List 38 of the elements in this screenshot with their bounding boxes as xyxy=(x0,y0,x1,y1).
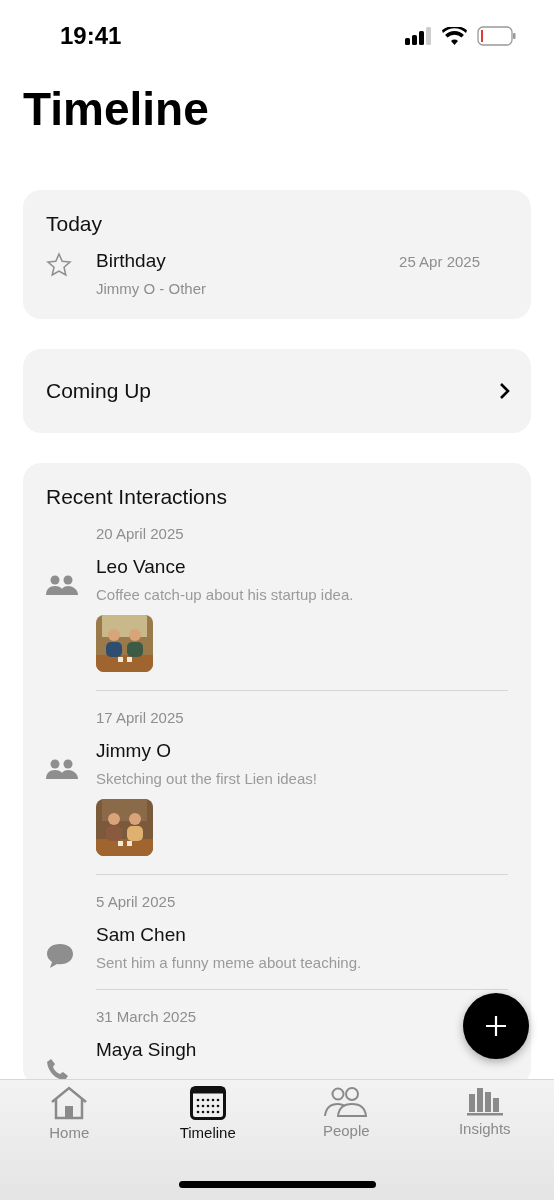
person-name: Leo Vance xyxy=(96,556,186,578)
status-time: 19:41 xyxy=(60,22,122,50)
signal-icon xyxy=(405,27,432,45)
people-icon xyxy=(324,1086,369,1118)
interaction-note: Sent him a funny meme about teaching. xyxy=(96,954,362,971)
battery-icon xyxy=(477,26,516,46)
person-name: Maya Singh xyxy=(96,1039,197,1061)
tab[interactable]: Insights xyxy=(415,1080,554,1150)
people-icon xyxy=(46,759,78,779)
tab[interactable]: People xyxy=(277,1080,416,1150)
home-icon xyxy=(50,1086,89,1120)
row-label: Coming Up xyxy=(46,379,152,403)
interaction-date: 31 March 2025 xyxy=(96,1008,198,1025)
plus-icon xyxy=(486,1016,506,1036)
bar-chart-icon xyxy=(466,1086,503,1116)
event-date: 25 Apr 2025 xyxy=(399,252,480,270)
calendar-icon xyxy=(189,1086,226,1120)
coming-up-row[interactable]: Coming Up xyxy=(23,349,531,433)
phone-icon xyxy=(46,1058,70,1082)
people-icon xyxy=(46,575,78,595)
chevron-icon xyxy=(499,382,511,400)
card-title: Recent Interactions xyxy=(46,485,228,509)
page-title: Timeline xyxy=(23,82,210,136)
interaction-date: 17 April 2025 xyxy=(96,709,185,726)
person-name: Sam Chen xyxy=(96,924,186,946)
card-title: Today xyxy=(46,212,104,236)
event-title: Birthday xyxy=(96,250,167,272)
event-subtitle: Jimmy O - Other xyxy=(96,280,207,297)
chat-bubble-icon xyxy=(46,943,74,969)
interaction-note: Coffee catch-up about his startup idea. xyxy=(96,586,354,603)
tab[interactable]: Home xyxy=(0,1080,139,1150)
interaction-note: Sketching out the first Lien ideas! xyxy=(96,770,317,787)
tab[interactable]: Timeline xyxy=(138,1080,277,1150)
interaction-date: 5 April 2025 xyxy=(96,893,177,910)
star-icon xyxy=(46,252,72,278)
person-name: Jimmy O xyxy=(96,740,171,762)
wifi-icon xyxy=(442,27,467,45)
interaction-date: 20 April 2025 xyxy=(96,525,185,542)
